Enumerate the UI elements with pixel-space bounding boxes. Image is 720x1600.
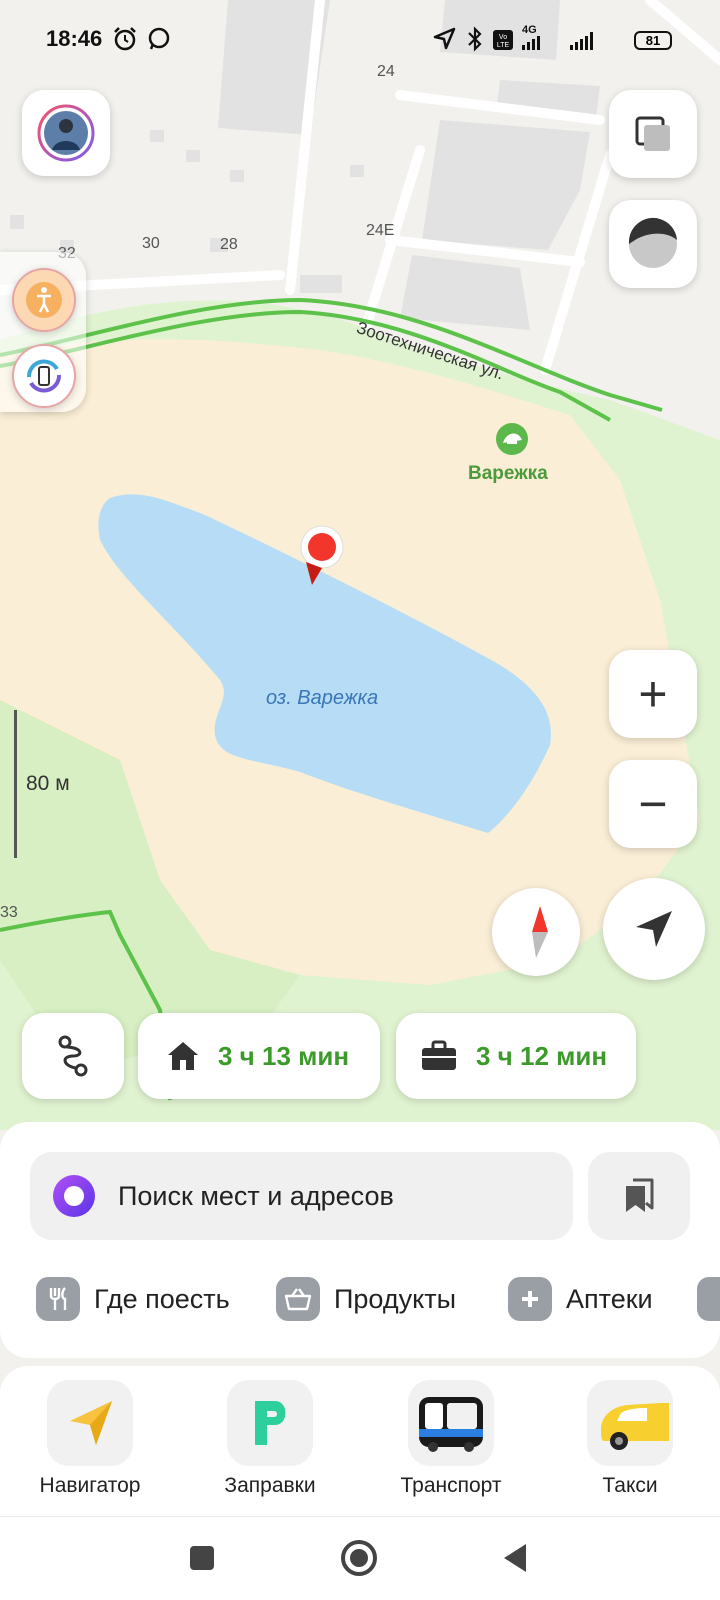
location-arrow-icon [433,27,456,50]
plus-icon [508,1277,552,1321]
category-food[interactable]: Где поесть [36,1274,230,1324]
bluetooth-icon [468,26,482,52]
bookmarks-button[interactable] [588,1152,690,1240]
zoom-in-button[interactable]: + [609,650,697,738]
map-mode-icon [628,217,677,268]
category-groceries[interactable]: Продукты [276,1274,456,1324]
house-number: 24Е [366,222,395,239]
service-label: Навигатор [39,1474,141,1497]
service-fuel[interactable]: Заправки [195,1380,345,1498]
map-graphics [0,0,720,1130]
service-taxi[interactable]: Такси [555,1380,705,1498]
navigator-arrow-icon [47,1380,133,1466]
home-route-time: 3 ч 13 мин [218,1040,350,1071]
home-nav-icon[interactable] [340,1539,378,1577]
service-label: Такси [602,1474,658,1497]
category-label: Где поесть [94,1283,230,1314]
search-placeholder: Поиск мест и адресов [118,1180,394,1211]
category-label: Аптеки [566,1283,653,1314]
house-number: 33 [0,904,18,921]
scale-label: 80 м [26,772,70,795]
alarm-icon [114,27,136,51]
bottom-sheet: Поиск мест и адресов Где поесть Продукты [0,1122,720,1358]
route-icon [58,1035,88,1077]
recent-apps-icon[interactable] [188,1544,216,1572]
map-mode-button[interactable] [609,200,697,288]
refresh-button[interactable] [12,344,76,408]
service-transport[interactable]: Транспорт [376,1380,526,1498]
fuel-p-icon [227,1380,313,1466]
fork-knife-icon [36,1277,80,1321]
service-navigator[interactable]: Навигатор [15,1380,165,1498]
status-time: 18:46 [46,26,103,51]
search-input[interactable]: Поиск мест и адресов [30,1152,573,1240]
house-number: 28 [220,236,238,253]
services-bar: Навигатор Заправки Транспорт Такси [0,1366,720,1516]
my-location-button[interactable] [603,878,705,980]
bookmark-icon [626,1178,654,1212]
alice-icon [53,1175,95,1217]
status-bar: 18:46 Vo LTE 4G 81 [0,20,720,60]
signal-icon [522,32,593,50]
svg-text:LTE: LTE [497,42,510,49]
category-pharmacy[interactable]: Аптеки [508,1274,653,1324]
volte-icon: Vo LTE [493,30,513,50]
zoom-out-label: − [638,776,668,832]
poi-label[interactable]: Варежка [468,463,548,485]
briefcase-icon [422,1040,456,1070]
work-route-chip[interactable]: 3 ч 12 мин [396,1013,636,1099]
home-route-chip[interactable]: 3 ч 13 мин [138,1013,380,1099]
pedestrian-button[interactable] [12,268,76,332]
home-icon [168,1042,198,1070]
system-nav-bar [0,1516,720,1600]
house-number: 24 [377,63,395,80]
profile-avatar-icon [37,104,95,162]
bus-icon [408,1380,494,1466]
category-label: Продукты [334,1283,456,1314]
layers-button[interactable] [609,90,697,178]
taxi-car-icon [587,1380,673,1466]
house-number: 30 [142,235,160,252]
whatsapp-icon [148,27,170,50]
profile-button[interactable] [22,90,110,176]
battery-indicator: 81 [634,31,672,50]
refresh-icon [26,359,62,393]
service-label: Заправки [224,1474,316,1497]
back-nav-icon[interactable] [500,1542,530,1574]
svg-text:Vo: Vo [499,34,507,41]
scale-bar [14,710,17,858]
category-more-icon [697,1277,720,1321]
category-more[interactable] [697,1274,720,1324]
pedestrian-icon [26,282,62,318]
zoom-out-button[interactable]: − [609,760,697,848]
my-location-icon [636,911,672,947]
compass-icon [532,906,548,958]
lake-label: оз. Варежка [266,687,379,709]
basket-icon [276,1277,320,1321]
layers-icon [635,116,670,151]
map-canvas[interactable]: 24 24Е 32 30 28 33 Зоотехническая ул. Ва… [0,0,720,1130]
service-label: Транспорт [400,1474,502,1497]
route-button[interactable] [22,1013,124,1099]
compass-button[interactable] [492,888,580,976]
zoom-in-label: + [638,666,668,722]
work-route-time: 3 ч 12 мин [476,1040,608,1071]
